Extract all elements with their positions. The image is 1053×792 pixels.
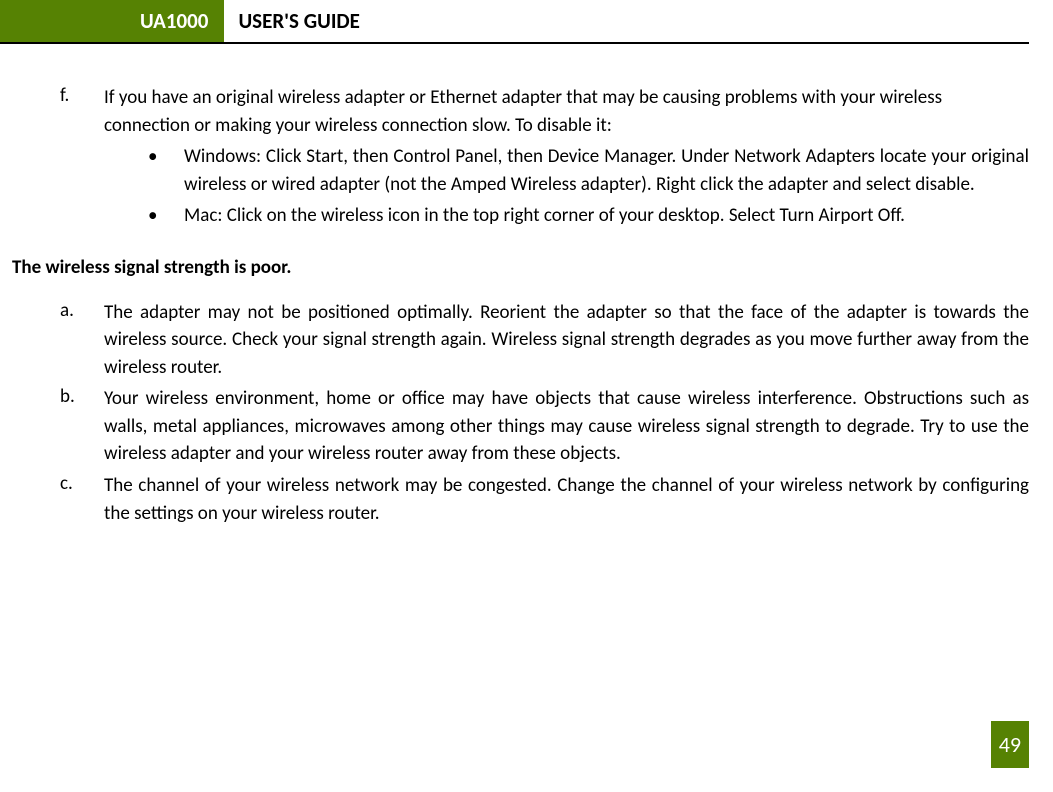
list-item-b: b. Your wireless environment, home or of… xyxy=(60,385,1029,468)
item-body: If you have an original wireless adapter… xyxy=(90,84,1029,234)
item-text: The channel of your wireless network may… xyxy=(90,472,1029,527)
item-letter: c. xyxy=(60,472,90,527)
item-letter: a. xyxy=(60,299,90,382)
page-header: UA1000 USER'S GUIDE xyxy=(0,0,1029,44)
list-item-c: c. The channel of your wireless network … xyxy=(60,472,1029,527)
sub-text: Windows: Click Start, then Control Panel… xyxy=(168,143,1029,198)
product-badge: UA1000 xyxy=(0,0,224,42)
list-item-a: a. The adapter may not be positioned opt… xyxy=(60,299,1029,382)
list-item-f: f. If you have an original wireless adap… xyxy=(12,84,1029,234)
item-text: The adapter may not be positioned optima… xyxy=(90,299,1029,382)
section-heading: The wireless signal strength is poor. xyxy=(12,256,1029,279)
sub-item-mac: • Mac: Click on the wireless icon in the… xyxy=(148,202,1029,230)
sub-text: Mac: Click on the wireless icon in the t… xyxy=(168,202,1029,230)
sub-list: • Windows: Click Start, then Control Pan… xyxy=(148,143,1029,230)
item-letter: b. xyxy=(60,385,90,468)
bullet-icon: • xyxy=(148,202,168,230)
sub-item-windows: • Windows: Click Start, then Control Pan… xyxy=(148,143,1029,198)
page-number: 49 xyxy=(991,721,1029,768)
item-letter: f. xyxy=(60,84,90,234)
bullet-icon: • xyxy=(148,143,168,198)
item-text: If you have an original wireless adapter… xyxy=(104,84,1029,139)
item-text: Your wireless environment, home or offic… xyxy=(90,385,1029,468)
guide-title: USER'S GUIDE xyxy=(224,0,359,42)
lettered-list: a. The adapter may not be positioned opt… xyxy=(60,299,1029,527)
page-content: f. If you have an original wireless adap… xyxy=(0,44,1053,527)
